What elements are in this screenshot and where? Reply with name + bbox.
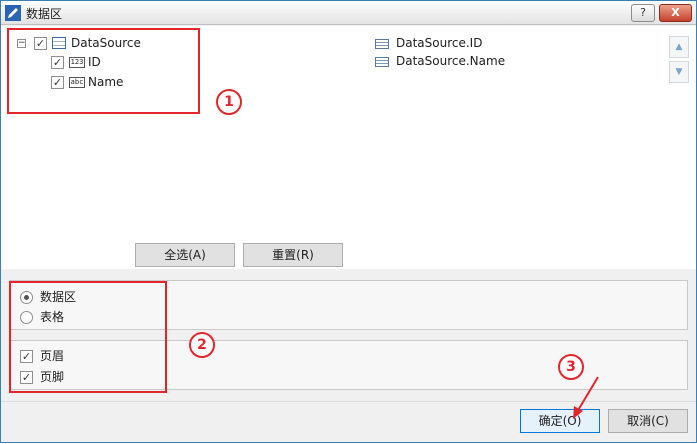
- select-all-button[interactable]: 全选(A): [135, 243, 235, 267]
- window-title: 数据区: [26, 7, 63, 21]
- close-icon: X: [671, 6, 680, 19]
- move-up-button[interactable]: ▲: [669, 36, 689, 58]
- selected-field-item[interactable]: DataSource.Name: [375, 52, 505, 70]
- dialog-window: 数据区 ? X − ✓ DataSource ✓ 123 ID ✓ abc Na…: [0, 0, 697, 443]
- field-icon: [375, 38, 389, 49]
- annotation-box-2: [9, 281, 167, 393]
- field-icon: [375, 56, 389, 67]
- selected-field-item[interactable]: DataSource.ID: [375, 34, 482, 52]
- title-bar: 数据区 ? X: [1, 1, 696, 25]
- arrow-up-icon: ▲: [675, 42, 683, 52]
- annotation-number-1: 1: [216, 89, 242, 115]
- move-down-button[interactable]: ▼: [669, 61, 689, 83]
- annotation-number-3: 3: [558, 354, 584, 380]
- cancel-button[interactable]: 取消(C): [608, 409, 688, 433]
- help-button[interactable]: ?: [631, 4, 655, 22]
- annotation-box-1: [7, 28, 200, 114]
- help-icon: ?: [640, 6, 646, 19]
- close-button[interactable]: X: [659, 4, 692, 22]
- arrow-down-icon: ▼: [675, 67, 683, 77]
- annotation-number-2: 2: [189, 332, 215, 358]
- pencil-app-icon: [5, 5, 21, 21]
- ok-button[interactable]: 确定(O): [520, 409, 600, 433]
- footer-divider: [1, 401, 696, 402]
- reset-button[interactable]: 重置(R): [243, 243, 343, 267]
